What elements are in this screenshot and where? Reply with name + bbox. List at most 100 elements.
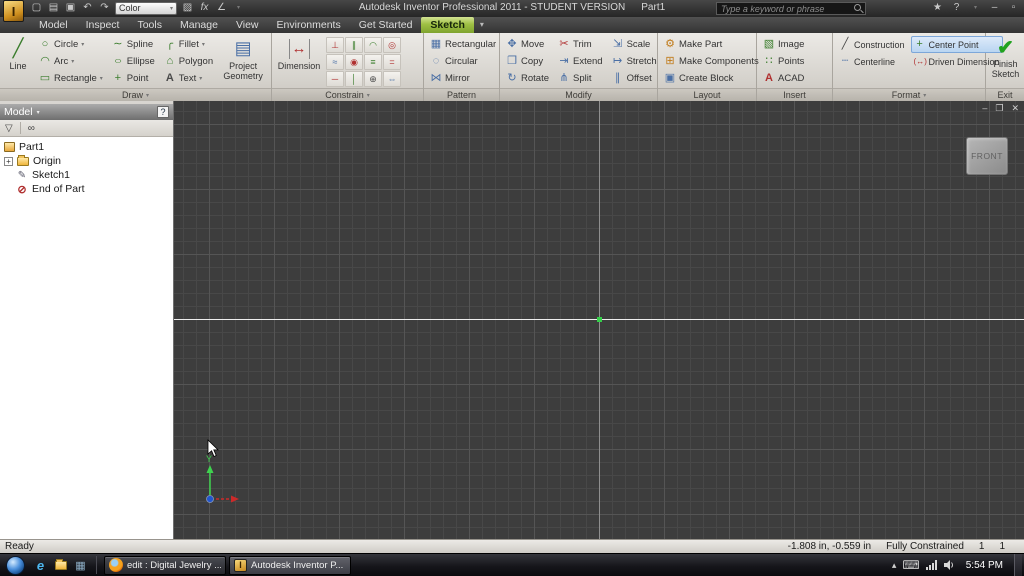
keyboard-icon[interactable]: ⌨ xyxy=(902,558,919,572)
constraint-vertical-button[interactable]: │ xyxy=(345,71,363,87)
doc-close-button[interactable]: ✕ xyxy=(1011,103,1019,114)
constraint-tangent-button[interactable]: ◠ xyxy=(364,37,382,53)
project-geometry-button[interactable]: ▤ Project Geometry xyxy=(219,35,267,88)
text-button[interactable]: A Text ▾ xyxy=(161,70,216,87)
offset-button[interactable]: ∥ Offset xyxy=(609,70,660,87)
constraint-symmetric-button[interactable]: ⇔ xyxy=(383,71,401,87)
tree-node-sketch1[interactable]: ✎ Sketch1 xyxy=(0,168,173,182)
tree-node-part1[interactable]: Part1 xyxy=(0,140,173,154)
tab-inspect[interactable]: Inspect xyxy=(77,17,129,33)
acad-button[interactable]: A ACAD xyxy=(760,70,807,87)
volume-icon[interactable] xyxy=(943,560,955,570)
spline-button[interactable]: ∼ Spline xyxy=(109,36,158,53)
help-icon[interactable]: ? xyxy=(950,1,963,15)
favorites-icon[interactable]: ★ xyxy=(931,1,944,15)
measure-icon[interactable]: ∠ xyxy=(215,1,228,15)
search-input[interactable] xyxy=(716,2,866,15)
scale-button[interactable]: ⇲ Scale xyxy=(609,36,660,53)
color-dropdown[interactable]: Color ▾ xyxy=(115,1,177,15)
make-part-button[interactable]: ⚙ Make Part xyxy=(661,36,762,53)
doc-restore-button[interactable]: ❐ xyxy=(995,103,1003,114)
redo-icon[interactable]: ↷ xyxy=(98,1,111,15)
make-components-button[interactable]: ⊞ Make Components xyxy=(661,53,762,70)
constraint-coincident-button[interactable]: ◉ xyxy=(345,54,363,70)
rectangular-pattern-button[interactable]: ▦ Rectangular xyxy=(427,36,499,53)
filter-icon[interactable]: ▽ xyxy=(5,123,13,134)
constraint-collinear-button[interactable]: ≡ xyxy=(364,54,382,70)
app-logo-icon[interactable]: I xyxy=(3,0,24,22)
circular-pattern-button[interactable]: ◌ Circular xyxy=(427,53,499,70)
ribbon-options-caret-icon[interactable]: ▾ xyxy=(480,17,484,33)
points-button[interactable]: ∷ Points xyxy=(760,53,807,70)
explorer-folder-icon[interactable] xyxy=(52,557,69,574)
tab-model[interactable]: Model xyxy=(30,17,77,33)
tab-tools[interactable]: Tools xyxy=(128,17,171,33)
mirror-button[interactable]: ⋈ Mirror xyxy=(427,70,499,87)
arc-button[interactable]: ◠ Arc ▾ xyxy=(36,53,106,70)
origin-center-point[interactable] xyxy=(597,317,602,322)
tab-manage[interactable]: Manage xyxy=(171,17,227,33)
expand-plus-icon[interactable]: + xyxy=(4,156,13,166)
tree-node-end-of-part[interactable]: ⊘ End of Part xyxy=(0,182,173,196)
quick-launch-app-icon[interactable]: ▦ xyxy=(72,557,89,574)
parameters-fx-button[interactable]: fx xyxy=(198,1,211,15)
panel-label-draw[interactable]: Draw ▾ xyxy=(0,88,271,101)
trim-button[interactable]: ✂ Trim xyxy=(555,36,606,53)
material-paint-icon[interactable]: ▨ xyxy=(181,1,194,15)
panel-label-format[interactable]: Format ▾ xyxy=(833,88,985,101)
fillet-button[interactable]: ╭ Fillet ▾ xyxy=(161,36,216,53)
centerline-button[interactable]: ┄ Centerline xyxy=(836,53,908,70)
internet-explorer-icon[interactable]: e xyxy=(32,557,49,574)
search-icon[interactable] xyxy=(854,4,861,11)
create-block-button[interactable]: ▣ Create Block xyxy=(661,70,762,87)
rectangle-button[interactable]: ▭ Rectangle ▾ xyxy=(36,70,106,87)
restore-button[interactable]: ▫ xyxy=(1007,1,1020,15)
stretch-button[interactable]: ↦ Stretch xyxy=(609,53,660,70)
minimize-button[interactable]: ‒ xyxy=(988,1,1001,15)
constraint-equal-button[interactable]: = xyxy=(383,54,401,70)
new-file-icon[interactable]: ▢ xyxy=(30,1,43,15)
qat-options-caret-icon[interactable]: ▾ xyxy=(232,1,245,15)
help-caret-icon[interactable]: ▾ xyxy=(969,1,982,15)
show-desktop-button[interactable] xyxy=(1014,553,1022,576)
viewcube-front-face[interactable]: FRONT xyxy=(971,151,1003,161)
circle-button[interactable]: ○ Circle ▾ xyxy=(36,36,106,53)
finish-sketch-button[interactable]: ✔ Finish Sketch xyxy=(989,35,1022,88)
constraint-smooth-button[interactable]: ≈ xyxy=(326,54,344,70)
ellipse-button[interactable]: ○ Ellipse xyxy=(109,53,158,70)
move-button[interactable]: ✥ Move xyxy=(503,36,552,53)
network-icon[interactable] xyxy=(925,560,938,570)
constraint-parallel-button[interactable]: ∥ xyxy=(345,37,363,53)
constraint-concentric-button[interactable]: ◎ xyxy=(383,37,401,53)
constraint-perpendicular-button[interactable]: ⊥ xyxy=(326,37,344,53)
taskbar-button-inventor[interactable]: I Autodesk Inventor P... xyxy=(229,555,351,575)
constraint-horizontal-button[interactable]: ─ xyxy=(326,71,344,87)
dimension-button[interactable]: ↔ Dimension xyxy=(275,35,323,88)
sketch-canvas[interactable]: ‒ ❐ ✕ FRONT Y xyxy=(174,101,1024,539)
tab-get-started[interactable]: Get Started xyxy=(350,17,422,33)
point-button[interactable]: + Point xyxy=(109,70,158,87)
taskbar-button-browser[interactable]: edit : Digital Jewelry ... xyxy=(104,555,226,575)
constraint-fix-button[interactable]: ⊕ xyxy=(364,71,382,87)
save-icon[interactable]: ▣ xyxy=(64,1,77,15)
tab-environments[interactable]: Environments xyxy=(268,17,350,33)
browser-header[interactable]: Model ▾ ? xyxy=(0,104,173,120)
extend-button[interactable]: ⇥ Extend xyxy=(555,53,606,70)
construction-button[interactable]: ╱ Construction xyxy=(836,36,908,53)
line-button[interactable]: ╱ Line xyxy=(3,35,33,88)
polygon-button[interactable]: ⌂ Polygon xyxy=(161,53,216,70)
split-button[interactable]: ⋔ Split xyxy=(555,70,606,87)
panel-label-constrain[interactable]: Constrain ▾ xyxy=(272,88,423,101)
rotate-button[interactable]: ↻ Rotate xyxy=(503,70,552,87)
doc-minimize-button[interactable]: ‒ xyxy=(982,103,987,114)
viewcube[interactable]: FRONT xyxy=(966,137,1008,175)
copy-button[interactable]: ❐ Copy xyxy=(503,53,552,70)
image-button[interactable]: ▧ Image xyxy=(760,36,807,53)
tab-view[interactable]: View xyxy=(227,17,268,33)
start-button[interactable] xyxy=(6,555,25,575)
find-icon[interactable]: ∞ xyxy=(28,123,35,134)
tab-sketch[interactable]: Sketch xyxy=(421,17,474,33)
undo-icon[interactable]: ↶ xyxy=(81,1,94,15)
hidden-icons-chevron[interactable]: ▴ xyxy=(892,560,897,571)
tree-node-origin[interactable]: + Origin xyxy=(0,154,173,168)
